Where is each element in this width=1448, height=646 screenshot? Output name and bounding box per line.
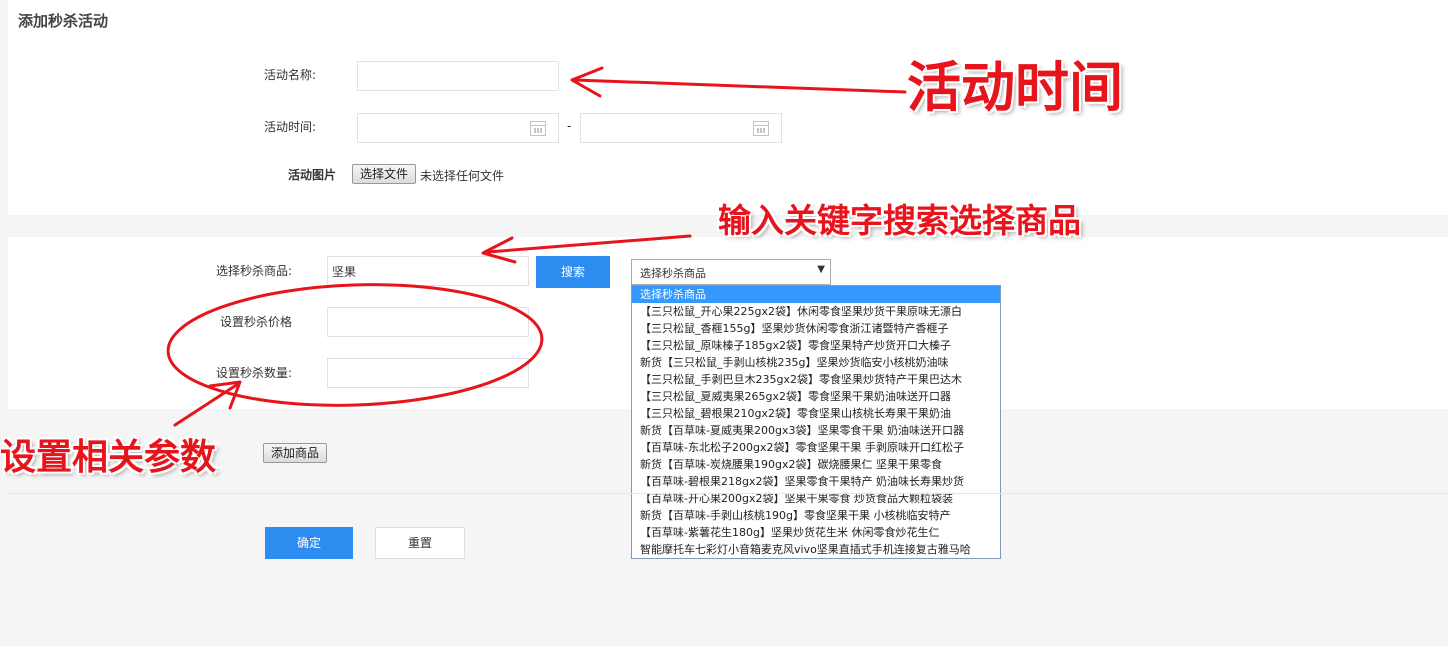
choose-file-button[interactable]: 选择文件 (352, 164, 416, 184)
dropdown-option[interactable]: 【三只松鼠_香榧155g】坚果炒货休闲零食浙江诸暨特产香榧子 (632, 320, 1000, 337)
search-button[interactable]: 搜索 (536, 256, 610, 288)
add-product-button[interactable]: 添加商品 (263, 443, 327, 463)
reset-button[interactable]: 重置 (375, 527, 465, 559)
dropdown-option[interactable]: 选择秒杀商品 (632, 286, 1000, 303)
divider (8, 493, 1448, 494)
product-select[interactable]: 选择秒杀商品 ▼ (631, 259, 831, 285)
product-search-input[interactable]: 坚果 (327, 256, 529, 286)
end-time-input[interactable] (580, 113, 782, 143)
activity-image-label: 活动图片 (288, 168, 337, 182)
calendar-icon[interactable] (753, 121, 769, 136)
select-product-label: 选择秒杀商品: (216, 264, 293, 278)
annotation-time: 活动时间 (907, 56, 1123, 119)
chevron-down-icon: ▼ (817, 264, 825, 275)
annotation-params: 设置相关参数 (0, 437, 217, 478)
time-separator: - (567, 119, 572, 133)
dropdown-option[interactable]: 【三只松鼠_夏威夷果265gx2袋】零食坚果干果奶油味送开口器 (632, 388, 1000, 405)
dropdown-option[interactable]: 新货【百草味-夏威夷果200gx3袋】坚果零食干果 奶油味送开口器 (632, 422, 1000, 439)
quantity-input[interactable] (327, 358, 529, 388)
dropdown-option[interactable]: 新货【三只松鼠_手剥山核桃235g】坚果炒货临安小核桃奶油味 (632, 354, 1000, 371)
price-label: 设置秒杀价格 (220, 315, 293, 329)
dropdown-option[interactable]: 【百草味-东北松子200gx2袋】零食坚果干果 手剥原味开口红松子 (632, 439, 1000, 456)
dropdown-option[interactable]: 智能摩托车七彩灯小音箱麦克风vivo坚果直插式手机连接复古雅马哈 (632, 541, 1000, 558)
search-input-value: 坚果 (332, 265, 357, 279)
activity-time-label: 活动时间: (264, 120, 317, 134)
calendar-icon[interactable] (530, 121, 546, 136)
dropdown-option[interactable]: 【三只松鼠_碧根果210gx2袋】零食坚果山核桃长寿果干果奶油 (632, 405, 1000, 422)
file-status-text: 未选择任何文件 (420, 169, 505, 183)
dropdown-option[interactable]: 【三只松鼠_原味榛子185gx2袋】零食坚果特产炒货开口大榛子 (632, 337, 1000, 354)
dropdown-option[interactable]: 【三只松鼠_开心果225gx2袋】休闲零食坚果炒货干果原味无漂白 (632, 303, 1000, 320)
activity-name-label: 活动名称: (264, 68, 317, 82)
dropdown-option[interactable]: 【百草味-碧根果218gx2袋】坚果零食干果特产 奶油味长寿果炒货 (632, 473, 1000, 490)
quantity-label: 设置秒杀数量: (216, 366, 293, 380)
product-dropdown-list[interactable]: 选择秒杀商品 【三只松鼠_开心果225gx2袋】休闲零食坚果炒货干果原味无漂白 … (631, 285, 1001, 559)
confirm-button[interactable]: 确定 (265, 527, 353, 559)
dropdown-option[interactable]: 新货【百草味-手剥山核桃190g】零食坚果干果 小核桃临安特产 (632, 507, 1000, 524)
dropdown-option[interactable]: 新货【百草味-炭烧腰果190gx2袋】碳烧腰果仁 坚果干果零食 (632, 456, 1000, 473)
product-select-value: 选择秒杀商品 (640, 267, 706, 280)
activity-name-input[interactable] (357, 61, 559, 91)
annotation-search: 输入关键字搜索选择商品 (718, 201, 1081, 240)
dropdown-option[interactable]: 【百草味-紫薯花生180g】坚果炒货花生米 休闲零食炒花生仁 (632, 524, 1000, 541)
page-title: 添加秒杀活动 (18, 12, 109, 30)
activity-info-panel (8, 0, 1448, 215)
dropdown-option[interactable]: 【三只松鼠_手剥巴旦木235gx2袋】零食坚果炒货特产干果巴达木 (632, 371, 1000, 388)
start-time-input[interactable] (357, 113, 559, 143)
price-input[interactable] (327, 307, 529, 337)
